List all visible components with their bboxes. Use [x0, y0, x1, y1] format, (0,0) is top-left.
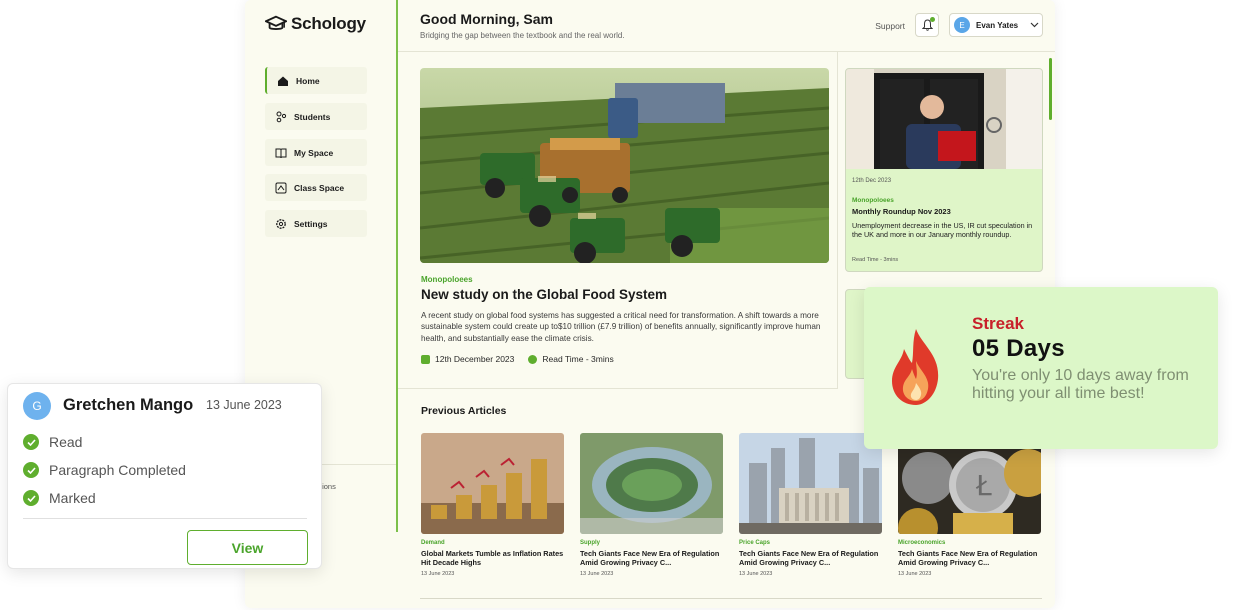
view-button[interactable]: View	[187, 530, 308, 565]
student-progress-card: G Gretchen Mango 13 June 2023 Read Parag…	[7, 383, 322, 569]
article-card-title: Tech Giants Face New Era of Regulation A…	[898, 549, 1038, 567]
scrollbar[interactable]	[1049, 58, 1052, 120]
side-card-title: Monthly Roundup Nov 2023	[852, 207, 951, 216]
article-card-tag: Price Caps	[739, 540, 771, 546]
article-card-title: Tech Giants Face New Era of Regulation A…	[739, 549, 879, 567]
article-card-title: Global Markets Tumble as Inflation Rates…	[421, 549, 564, 567]
article-card-date: 13 June 2023	[739, 571, 773, 577]
students-icon	[276, 111, 287, 122]
article-card-tag: Supply	[580, 540, 601, 546]
logo-text: Schology	[291, 14, 366, 33]
article-meta: 12th December 2023 Read Time - 3mins	[421, 354, 620, 364]
article-tag[interactable]: Monopoloees	[421, 275, 473, 284]
student-name: Gretchen Mango	[63, 396, 194, 414]
article-card-tag: Microeconomics	[898, 540, 946, 546]
chevron-down-icon	[1030, 22, 1039, 28]
article-card-image	[739, 433, 882, 534]
article-card-image	[421, 433, 564, 534]
progress-item: Paragraph Completed	[23, 462, 186, 478]
article-card-image	[580, 433, 723, 534]
sidebar-item-home[interactable]: Home	[265, 67, 367, 94]
article-card[interactable]: Price Caps Tech Giants Face New Era of R…	[739, 433, 882, 577]
sidebar-item-class-space[interactable]: Class Space	[265, 174, 367, 201]
check-icon	[23, 434, 39, 450]
sidebar-item-label: Students	[294, 111, 331, 122]
sidebar-item-label: Settings	[294, 218, 328, 229]
farm-illustration	[420, 68, 829, 263]
clock-icon	[528, 354, 538, 364]
article-card[interactable]: Ł Microeconomics Tech Giants Face New Er…	[898, 433, 1041, 577]
student-date: 13 June 2023	[206, 398, 282, 412]
side-card-description: Unemployment decrease in the US, IR cut …	[852, 221, 1033, 239]
article-date: 12th December 2023	[435, 354, 515, 364]
progress-item-label: Marked	[49, 490, 96, 506]
logo[interactable]: Schology	[265, 14, 366, 34]
sidebar-item-label: My Space	[294, 147, 334, 158]
article-card-title: Tech Giants Face New Era of Regulation A…	[580, 549, 720, 567]
home-icon	[278, 76, 288, 86]
divider	[420, 598, 1042, 599]
sidebar-item-students[interactable]: Students	[265, 103, 367, 130]
check-icon	[23, 462, 39, 478]
book-icon	[275, 148, 287, 158]
header: Good Morning, Sam Bridging the gap betwe…	[398, 0, 1055, 52]
sidebar-bottom-item[interactable]: tions	[320, 482, 336, 491]
page-title: Good Morning, Sam	[420, 11, 553, 27]
side-card-date: 12th Dec 2023	[852, 178, 892, 184]
user-menu[interactable]: E Evan Yates	[949, 13, 1043, 37]
sidebar-item-label: Home	[296, 75, 320, 86]
progress-item-label: Paragraph Completed	[49, 462, 186, 478]
sidebar-item-settings[interactable]: Settings	[265, 210, 367, 237]
side-card-read-time: Read Time - 3mins	[852, 257, 899, 263]
support-link[interactable]: Support	[875, 21, 905, 31]
article-read-time: Read Time - 3mins	[542, 354, 614, 364]
streak-label: Streak	[972, 314, 1024, 333]
class-space-icon	[275, 182, 287, 193]
article-card-date: 13 June 2023	[421, 571, 455, 577]
avatar: E	[954, 17, 970, 33]
streak-card: Streak 05 Days You're only 10 days away …	[864, 287, 1218, 449]
article-card-date: 13 June 2023	[580, 571, 614, 577]
article-description: A recent study on global food systems ha…	[421, 311, 821, 343]
progress-item: Read	[23, 434, 82, 450]
article-card[interactable]: Demand Global Markets Tumble as Inflatio…	[421, 433, 564, 577]
article-card-date: 13 June 2023	[898, 571, 932, 577]
gear-icon	[276, 218, 286, 229]
side-card-image	[846, 69, 1042, 169]
check-icon	[23, 490, 39, 506]
divider	[23, 518, 307, 519]
notification-dot	[930, 17, 935, 22]
divider	[837, 52, 838, 388]
side-card-tag: Monopoloees	[852, 197, 894, 204]
svg-text:Ł: Ł	[975, 469, 992, 502]
streak-description: You're only 10 days away from hitting yo…	[972, 367, 1189, 402]
previous-articles-heading: Previous Articles	[421, 405, 507, 417]
notifications-button[interactable]	[915, 13, 939, 37]
calendar-icon	[421, 354, 430, 364]
divider	[398, 388, 838, 389]
article-card[interactable]: Supply Tech Giants Face New Era of Regul…	[580, 433, 723, 577]
sidebar-item-my-space[interactable]: My Space	[265, 139, 367, 166]
streak-days: 05 Days	[972, 335, 1065, 362]
article-title[interactable]: New study on the Global Food System	[421, 287, 667, 302]
progress-item: Marked	[23, 490, 96, 506]
avatar: G	[23, 392, 51, 420]
user-name: Evan Yates	[976, 20, 1019, 30]
graduation-cap-icon	[265, 15, 287, 30]
page-subtitle: Bridging the gap between the textbook an…	[420, 31, 625, 40]
article-card-tag: Demand	[421, 540, 445, 546]
progress-item-label: Read	[49, 434, 83, 450]
fire-icon	[892, 329, 939, 405]
hero-image[interactable]	[420, 68, 829, 263]
featured-side-card[interactable]: 12th Dec 2023 Monopoloees Monthly Roundu…	[845, 68, 1043, 272]
sidebar-item-label: Class Space	[294, 182, 345, 193]
